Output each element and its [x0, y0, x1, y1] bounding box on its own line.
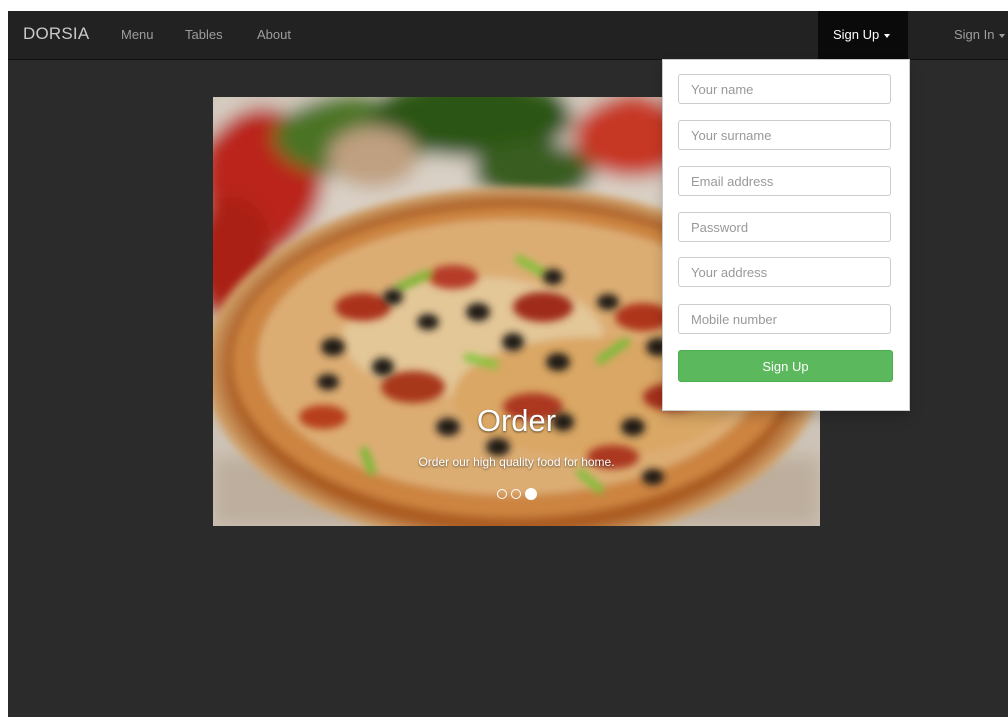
carousel-indicator-2[interactable]	[510, 488, 521, 499]
address-field[interactable]	[678, 257, 891, 287]
signup-dropdown-menu: Sign Up	[662, 59, 910, 411]
brand-logo[interactable]: DORSIA	[23, 24, 89, 44]
signin-toggle-label: Sign In	[954, 27, 995, 42]
navbar: DORSIA Menu Tables About Sign Up Sign In	[8, 11, 1008, 60]
slide-subtitle: Order our high quality food for home.	[418, 455, 615, 469]
carousel-indicator-3[interactable]	[524, 487, 537, 500]
surname-field[interactable]	[678, 120, 891, 150]
nav-link-about[interactable]: About	[257, 27, 291, 42]
mobile-field[interactable]	[678, 304, 891, 334]
signin-dropdown-toggle[interactable]: Sign In	[954, 27, 1006, 42]
signup-dropdown-toggle[interactable]: Sign Up	[818, 11, 908, 59]
caret-down-icon	[884, 33, 891, 38]
browser-viewport: DORSIA Menu Tables About Sign Up Sign In	[8, 11, 1008, 717]
password-field[interactable]	[678, 212, 891, 242]
signup-submit-button[interactable]: Sign Up	[678, 350, 893, 382]
name-field[interactable]	[678, 74, 891, 104]
nav-link-tables[interactable]: Tables	[185, 27, 223, 42]
carousel-indicators	[213, 485, 820, 500]
caret-down-icon	[999, 33, 1006, 38]
email-field[interactable]	[678, 166, 891, 196]
signup-toggle-label: Sign Up	[833, 27, 880, 42]
carousel-indicator-1[interactable]	[496, 488, 507, 499]
nav-link-menu[interactable]: Menu	[121, 27, 154, 42]
